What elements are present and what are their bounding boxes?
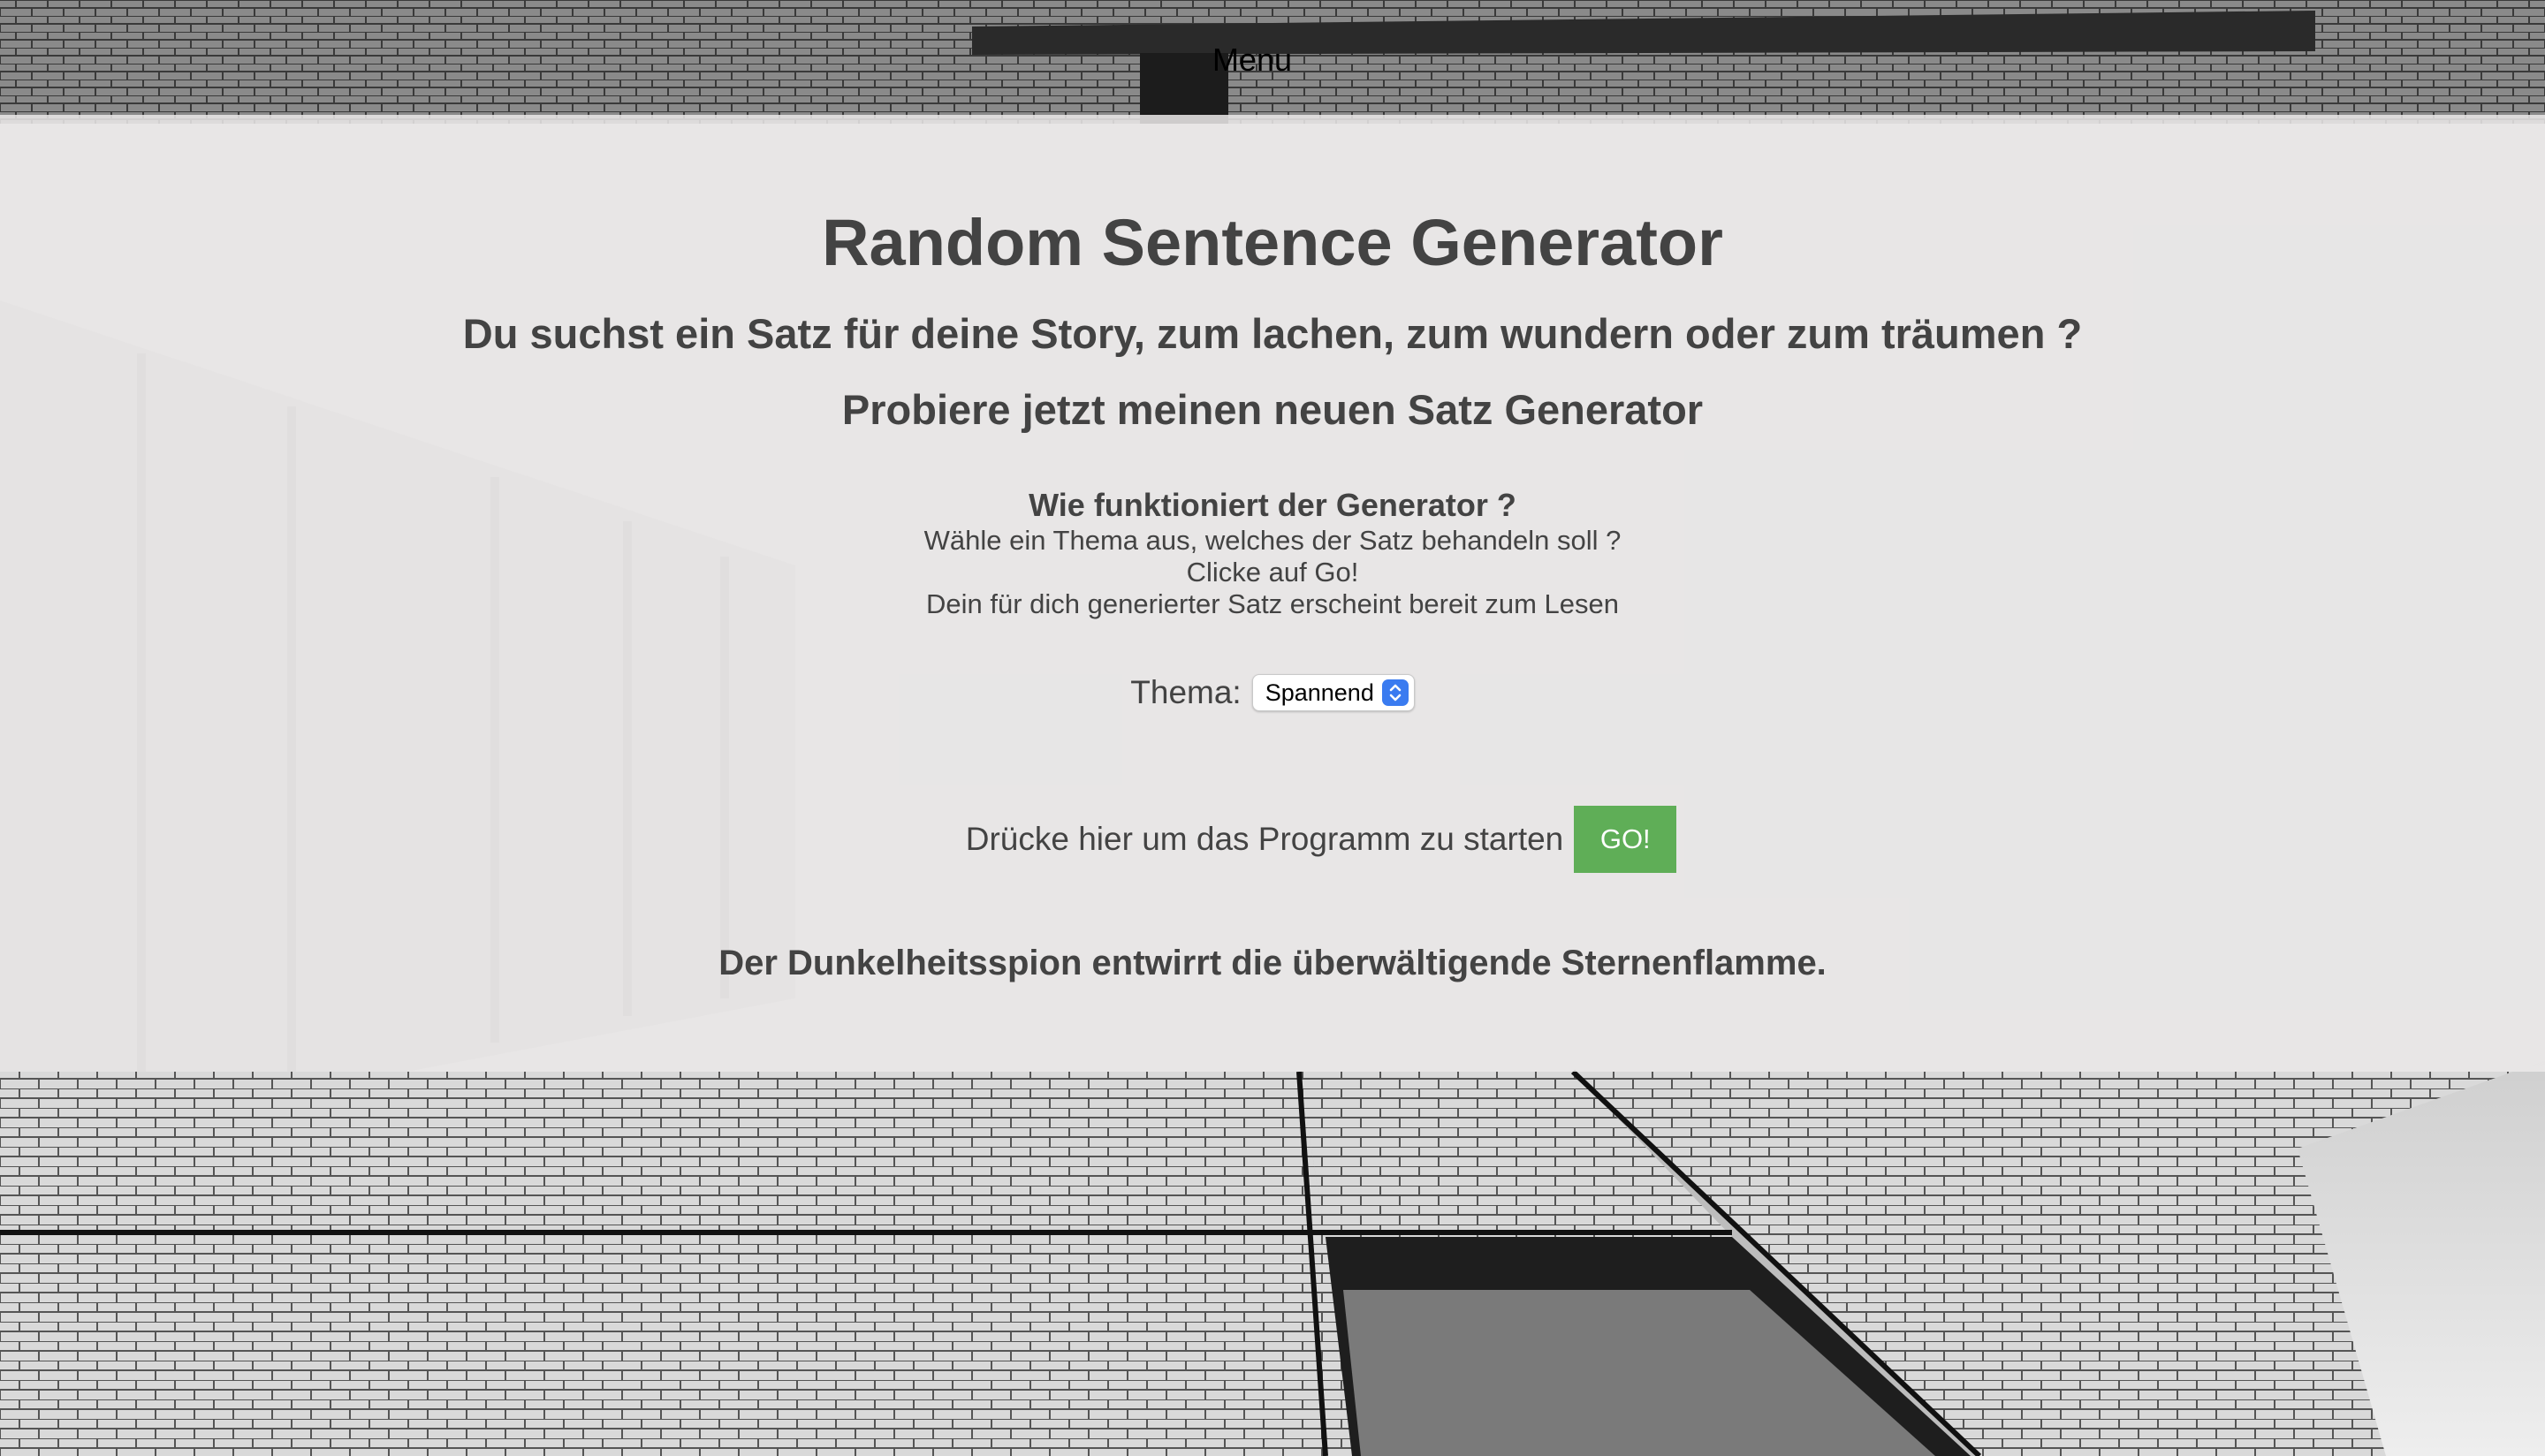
generated-sentence: Der Dunkelheitsspion entwirrt die überwä…	[718, 944, 1827, 982]
main-panel: Random Sentence Generator Du suchst ein …	[0, 115, 2545, 1072]
theme-row: Thema: Spannend	[0, 673, 2545, 712]
page-title: Random Sentence Generator	[822, 206, 1723, 279]
how-it-works-step: Dein für dich generierter Satz erscheint…	[925, 588, 1619, 619]
how-it-works-heading: Wie funktioniert der Generator ?	[1029, 487, 1516, 523]
page-subtitle: Du suchst ein Satz für deine Story, zum …	[462, 310, 2083, 357]
how-it-works-step: Wähle ein Thema aus, welches der Satz be…	[923, 525, 1622, 556]
theme-label: Thema:	[1130, 674, 1242, 710]
start-label: Drücke hier um das Programm zu starten	[965, 821, 1564, 857]
top-nav-bar: Menu	[0, 0, 2545, 115]
theme-select-value: Spannend	[1265, 679, 1374, 706]
page-tagline: Probiere jetzt meinen neuen Satz Generat…	[841, 386, 1704, 433]
how-it-works-step: Clicke auf Go!	[1186, 557, 1359, 588]
chevron-up-down-icon	[1381, 679, 1409, 706]
how-it-works-section: Wie funktioniert der Generator ? Wähle e…	[0, 486, 2545, 620]
menu-link[interactable]: Menu	[1212, 41, 1292, 80]
start-row: Drücke hier um das Programm zu starten G…	[0, 806, 2545, 873]
theme-select[interactable]: Spannend	[1251, 674, 1415, 711]
go-button[interactable]: GO!	[1574, 806, 1677, 873]
